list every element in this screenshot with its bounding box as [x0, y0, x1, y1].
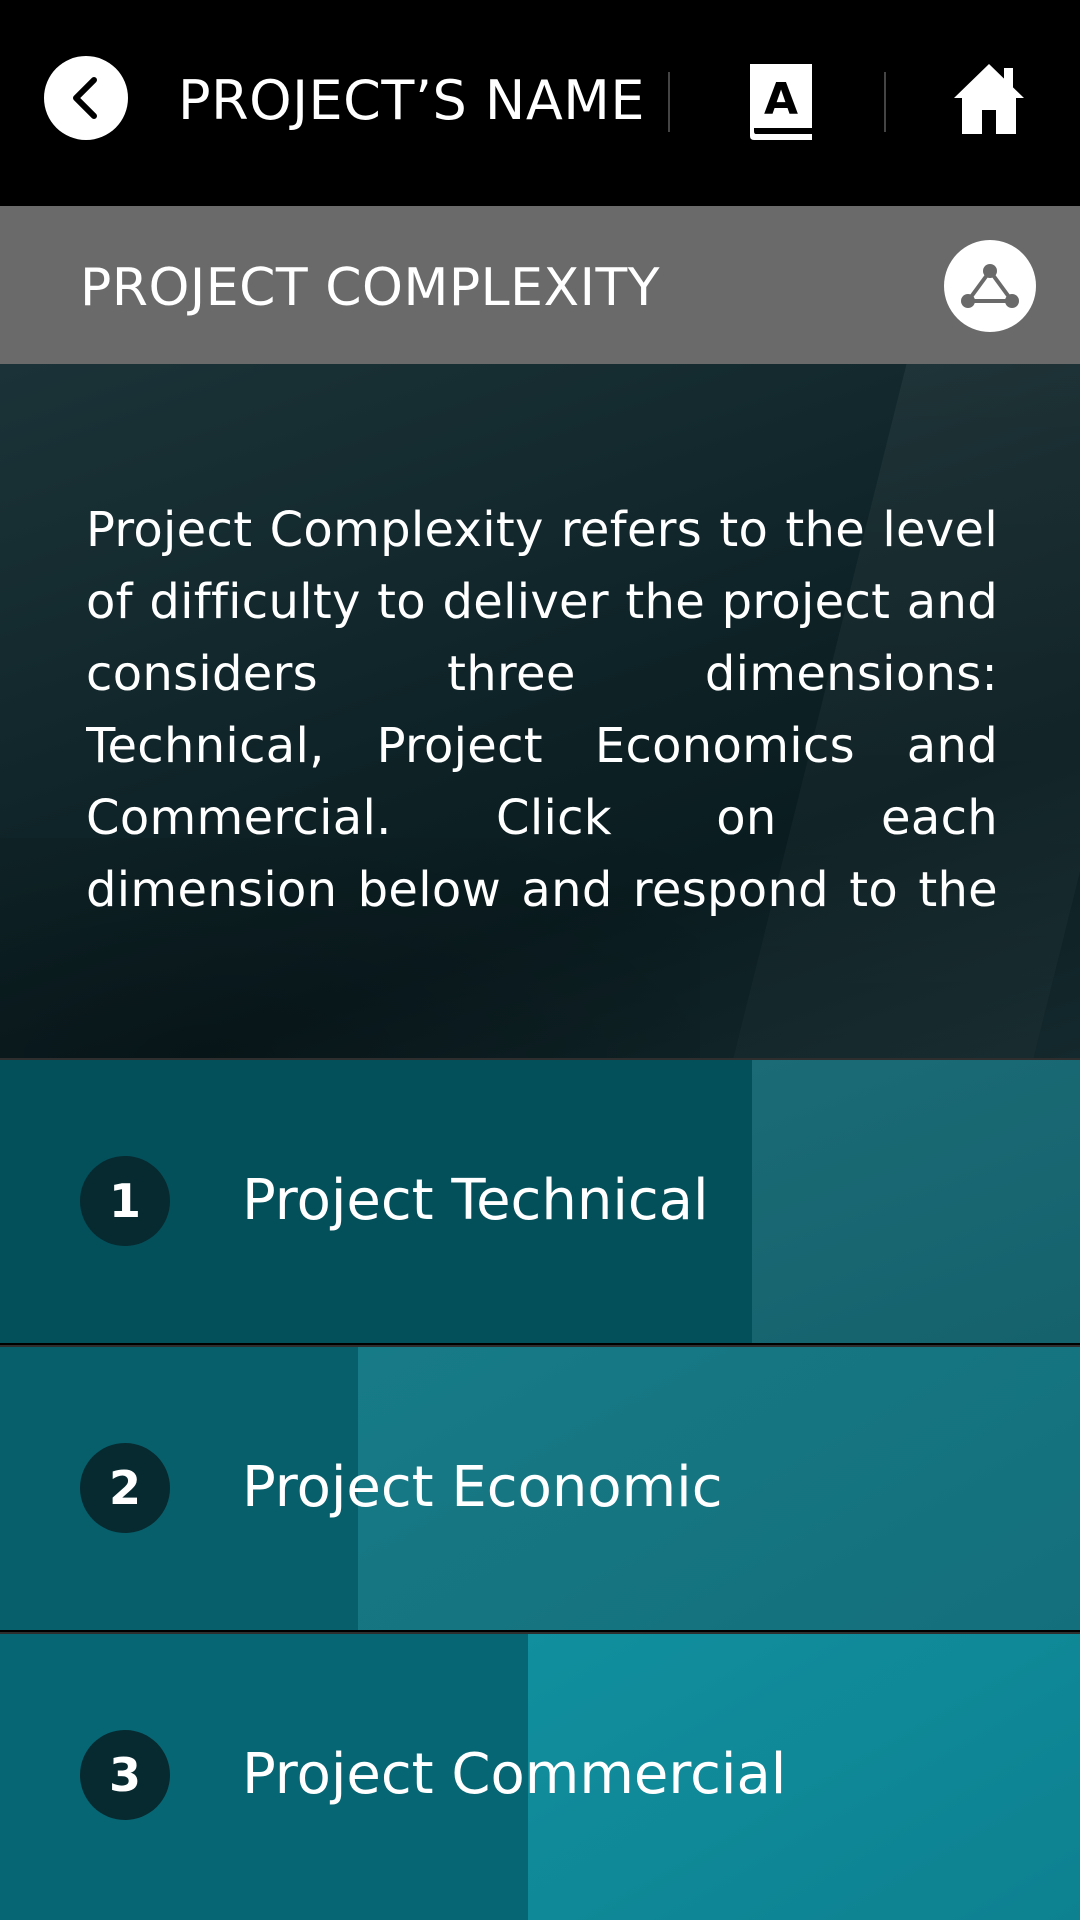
dimension-label: Project Technical [242, 1168, 709, 1233]
section-header: PROJECT COMPLEXITY [0, 206, 1080, 364]
back-button[interactable] [44, 56, 128, 140]
dimension-label: Project Economic [242, 1455, 723, 1520]
glossary-button[interactable]: A [746, 62, 818, 142]
project-name-title: PROJECT’S NAME [178, 69, 645, 132]
dimension-background-image [752, 1060, 1080, 1343]
chevron-left-icon [73, 77, 97, 119]
network-triangle-icon [961, 264, 1019, 308]
dimension-item-technical[interactable]: 1 Project Technical [0, 1058, 1080, 1343]
network-button[interactable] [944, 240, 1036, 332]
dimension-number-badge: 1 [80, 1156, 170, 1246]
dimension-item-commercial[interactable]: 3 Project Commercial [0, 1632, 1080, 1920]
dimension-number-badge: 2 [80, 1443, 170, 1533]
section-title: PROJECT COMPLEXITY [80, 258, 660, 318]
glossary-letter: A [764, 74, 798, 125]
intro-text: Project Complexity refers to the level o… [86, 502, 998, 918]
intro-panel: Project Complexity refers to the level o… [0, 364, 1080, 1058]
dimension-label: Project Commercial [242, 1742, 787, 1807]
dimension-number-badge: 3 [80, 1730, 170, 1820]
top-bar: PROJECT’S NAME A [0, 0, 1080, 206]
header-divider [884, 72, 886, 132]
header-divider [668, 72, 670, 132]
book-letter-a-icon: A [750, 64, 812, 140]
home-icon [954, 64, 1024, 134]
home-button[interactable] [952, 60, 1026, 140]
dimension-item-economic[interactable]: 2 Project Economic [0, 1345, 1080, 1630]
